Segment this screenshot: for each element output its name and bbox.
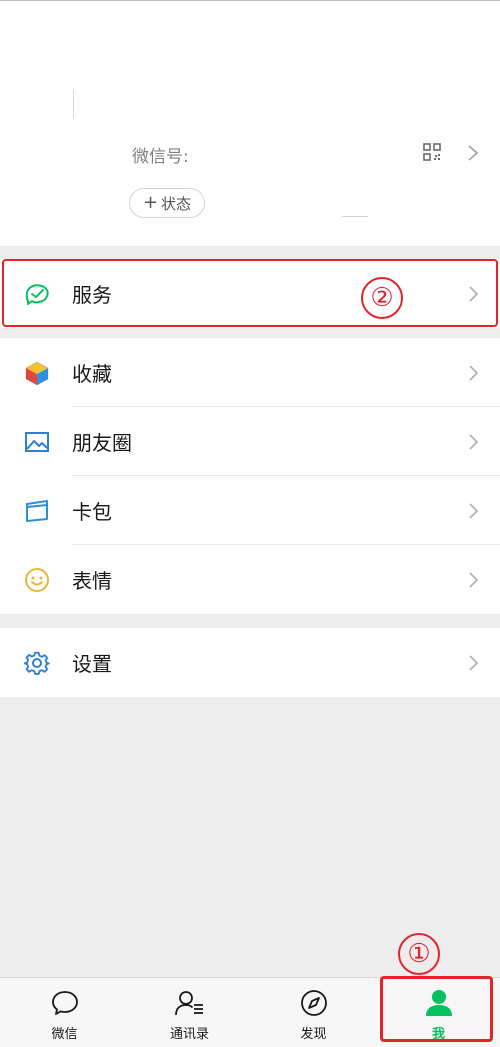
tab-contacts[interactable]: 通讯录	[127, 978, 252, 1047]
services-icon	[25, 284, 49, 305]
tab-me[interactable]: 我	[376, 978, 500, 1047]
settings-icon	[24, 651, 50, 675]
menu-item-label: 设置	[72, 652, 112, 676]
card-wallet-icon	[26, 500, 48, 522]
chevron-right-icon[interactable]	[467, 144, 479, 162]
tab-discover[interactable]: 发现	[251, 978, 376, 1047]
profile-name-placeholder	[73, 89, 74, 119]
main-menu-group: 收藏 朋友圈 卡包 表情	[0, 338, 500, 614]
annotation-marker-2: ②	[361, 277, 403, 319]
chevron-right-icon	[469, 365, 479, 381]
menu-item-label: 服务	[72, 283, 112, 307]
menu-item-cards[interactable]: 卡包	[0, 476, 500, 545]
moments-icon	[25, 432, 49, 452]
qr-code-icon[interactable]	[423, 143, 441, 161]
tab-label: 我	[431, 1027, 445, 1042]
profile-header[interactable]: 微信号: + 状态	[0, 0, 500, 246]
contacts-icon	[174, 991, 203, 1016]
tab-label: 发现	[300, 1027, 327, 1042]
divider	[342, 216, 368, 217]
tab-label: 通讯录	[169, 1027, 209, 1042]
plus-icon: +	[142, 192, 159, 213]
settings-group: 设置	[0, 628, 500, 697]
menu-item-label: 表情	[72, 569, 112, 593]
chevron-right-icon	[469, 503, 479, 519]
menu-item-label: 朋友圈	[72, 431, 132, 455]
menu-item-settings[interactable]: 设置	[0, 628, 500, 697]
discover-compass-icon	[300, 990, 327, 1016]
chat-icon	[51, 991, 78, 1015]
menu-item-label: 收藏	[72, 362, 112, 386]
chevron-right-icon	[469, 655, 479, 671]
menu-item-moments[interactable]: 朋友圈	[0, 407, 500, 476]
tab-chats[interactable]: 微信	[2, 978, 127, 1047]
tab-label: 微信	[51, 1027, 78, 1042]
chevron-right-icon	[469, 434, 479, 450]
chevron-right-icon	[469, 286, 479, 302]
services-group: 服务	[0, 259, 500, 328]
status-label: 状态	[161, 194, 192, 213]
me-person-icon	[425, 990, 452, 1016]
wechat-id-label: 微信号:	[132, 147, 189, 167]
chevron-right-icon	[469, 572, 479, 588]
favorites-icon	[25, 361, 49, 386]
add-status-button[interactable]: + 状态	[129, 188, 205, 218]
sticker-icon	[25, 568, 49, 592]
menu-item-favorites[interactable]: 收藏	[0, 338, 500, 407]
menu-item-services[interactable]: 服务	[0, 259, 500, 328]
bottom-tab-bar: 微信 通讯录 发现 我	[0, 977, 500, 1047]
menu-item-stickers[interactable]: 表情	[0, 545, 500, 614]
menu-item-label: 卡包	[72, 500, 112, 524]
annotation-marker-1: ①	[398, 933, 440, 975]
